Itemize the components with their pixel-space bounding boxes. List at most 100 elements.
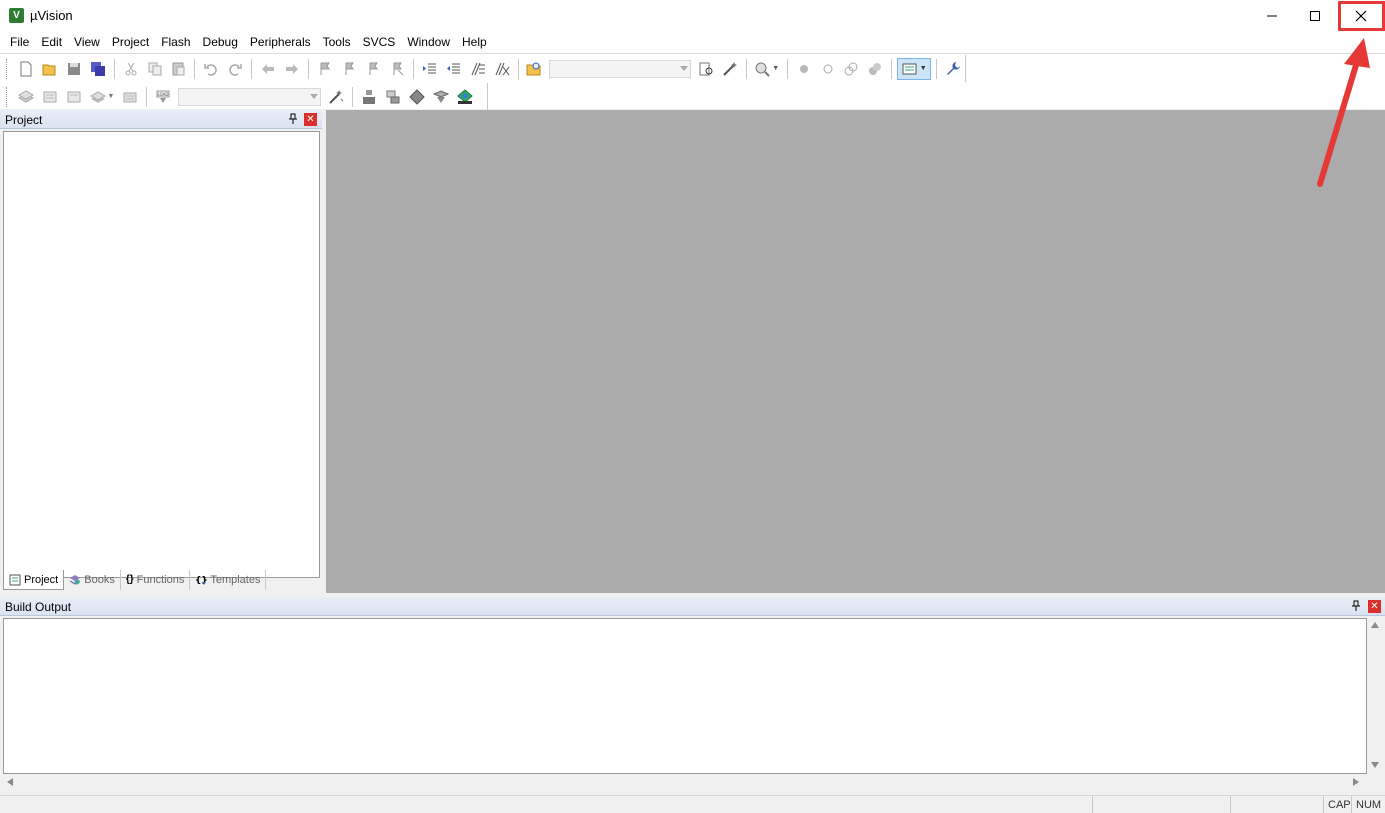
prev-bookmark-icon [345, 62, 354, 75]
chevron-down-icon: ▼ [107, 93, 115, 100]
kill-all-breakpoints-button[interactable] [864, 58, 886, 80]
redo-button[interactable] [224, 58, 246, 80]
functions-icon: {} [125, 574, 134, 585]
tab-templates[interactable]: {} Templates [190, 570, 267, 590]
tab-books-label: Books [84, 574, 115, 586]
horizontal-scrollbar[interactable] [3, 774, 1367, 790]
menu-flash[interactable]: Flash [155, 31, 196, 53]
insert-breakpoint-button[interactable] [793, 58, 815, 80]
save-button[interactable] [63, 58, 85, 80]
maximize-button[interactable] [1292, 0, 1338, 31]
save-all-button[interactable] [87, 58, 109, 80]
status-cell [1092, 796, 1230, 813]
incremental-find-button[interactable] [695, 58, 717, 80]
undo-button[interactable] [200, 58, 222, 80]
scroll-up-icon[interactable] [1371, 622, 1379, 628]
new-file-button[interactable] [15, 58, 37, 80]
scroll-left-icon[interactable] [7, 778, 13, 786]
select-packs-button[interactable] [406, 86, 428, 108]
target-options-icon [329, 89, 344, 104]
bookmark-icon [320, 62, 331, 75]
window-layout-button[interactable]: ▼ [897, 57, 932, 80]
stop-build-button[interactable] [119, 86, 141, 108]
find-icon [699, 62, 713, 75]
vertical-scrollbar[interactable] [1367, 618, 1383, 774]
find-in-files-button[interactable] [524, 58, 546, 80]
pin-icon[interactable] [288, 113, 298, 125]
target-options-button[interactable] [325, 86, 347, 108]
disable-breakpoint-button[interactable] [817, 58, 839, 80]
bookmark-button[interactable] [314, 58, 336, 80]
menu-view[interactable]: View [68, 31, 106, 53]
comment-button[interactable] [467, 58, 489, 80]
indent-button[interactable] [419, 58, 441, 80]
copy-button[interactable] [144, 58, 166, 80]
menu-edit[interactable]: Edit [35, 31, 68, 53]
paste-button[interactable] [168, 58, 190, 80]
navigate-forward-icon [286, 63, 299, 74]
minimize-icon [1267, 15, 1277, 16]
indent-icon [422, 63, 436, 73]
translate-button[interactable] [15, 86, 37, 108]
navigate-back-button[interactable] [257, 58, 279, 80]
find-combo[interactable] [549, 59, 691, 78]
uncomment-button[interactable] [491, 58, 513, 80]
menu-svcs[interactable]: SVCS [357, 31, 402, 53]
status-bar: CAP NUM [0, 795, 1385, 813]
build-icon [43, 91, 57, 102]
editor-area[interactable] [326, 110, 1385, 593]
paste-icon [172, 62, 185, 75]
pack-installer-button[interactable] [430, 86, 452, 108]
project-tree[interactable] [3, 131, 320, 578]
debug-session-button[interactable] [719, 58, 741, 80]
menu-project[interactable]: Project [106, 31, 155, 53]
cut-icon [125, 62, 137, 75]
cut-button[interactable] [120, 58, 142, 80]
menu-bar: File Edit View Project Flash Debug Perip… [0, 31, 1385, 53]
prev-bookmark-button[interactable] [338, 58, 360, 80]
build-output-close-button[interactable]: ✕ [1368, 600, 1381, 613]
minimize-button[interactable] [1249, 0, 1295, 31]
build-button[interactable] [39, 86, 61, 108]
zoom-icon [755, 62, 770, 77]
navigate-forward-button[interactable] [281, 58, 303, 80]
run-environment-button[interactable] [454, 86, 476, 108]
download-button[interactable]: LOAD [152, 86, 174, 108]
manage-components-button[interactable] [382, 86, 404, 108]
download-icon: LOAD [156, 90, 170, 103]
menu-help[interactable]: Help [456, 31, 493, 53]
zoom-dropdown-button[interactable]: ▼ [752, 58, 782, 80]
project-panel-close-button[interactable]: ✕ [304, 113, 317, 126]
status-cell [1230, 796, 1323, 813]
toolbar-grip[interactable] [6, 86, 10, 107]
scroll-down-icon[interactable] [1371, 762, 1379, 768]
pin-icon[interactable] [1351, 600, 1361, 612]
target-select-combo[interactable] [178, 87, 321, 106]
close-icon: ✕ [306, 114, 315, 125]
build-output-text[interactable] [3, 618, 1367, 774]
manage-project-items-button[interactable] [358, 86, 380, 108]
tab-books[interactable]: Books [64, 570, 121, 590]
clear-bookmarks-button[interactable] [386, 58, 408, 80]
menu-peripherals[interactable]: Peripherals [244, 31, 317, 53]
open-file-button[interactable] [39, 58, 61, 80]
next-bookmark-icon [369, 62, 378, 75]
run-environment-icon [457, 88, 473, 104]
menu-file[interactable]: File [4, 31, 35, 53]
menu-window[interactable]: Window [401, 31, 456, 53]
menu-debug[interactable]: Debug [197, 31, 244, 53]
kill-breakpoints-icon [869, 62, 882, 75]
scroll-right-icon[interactable] [1353, 778, 1359, 786]
disable-all-breakpoints-button[interactable] [840, 58, 862, 80]
menu-tools[interactable]: Tools [317, 31, 357, 53]
rebuild-button[interactable] [63, 86, 85, 108]
unindent-button[interactable] [443, 58, 465, 80]
configure-button[interactable] [942, 58, 964, 80]
toolbar-grip[interactable] [6, 58, 10, 79]
batch-build-button[interactable]: ▼ [87, 86, 117, 108]
build-output-header: Build Output ✕ [0, 597, 1385, 616]
next-bookmark-button[interactable] [362, 58, 384, 80]
window-layout-icon [902, 63, 917, 74]
tab-project[interactable]: Project [3, 570, 65, 590]
tab-functions[interactable]: {} Functions [121, 570, 191, 590]
